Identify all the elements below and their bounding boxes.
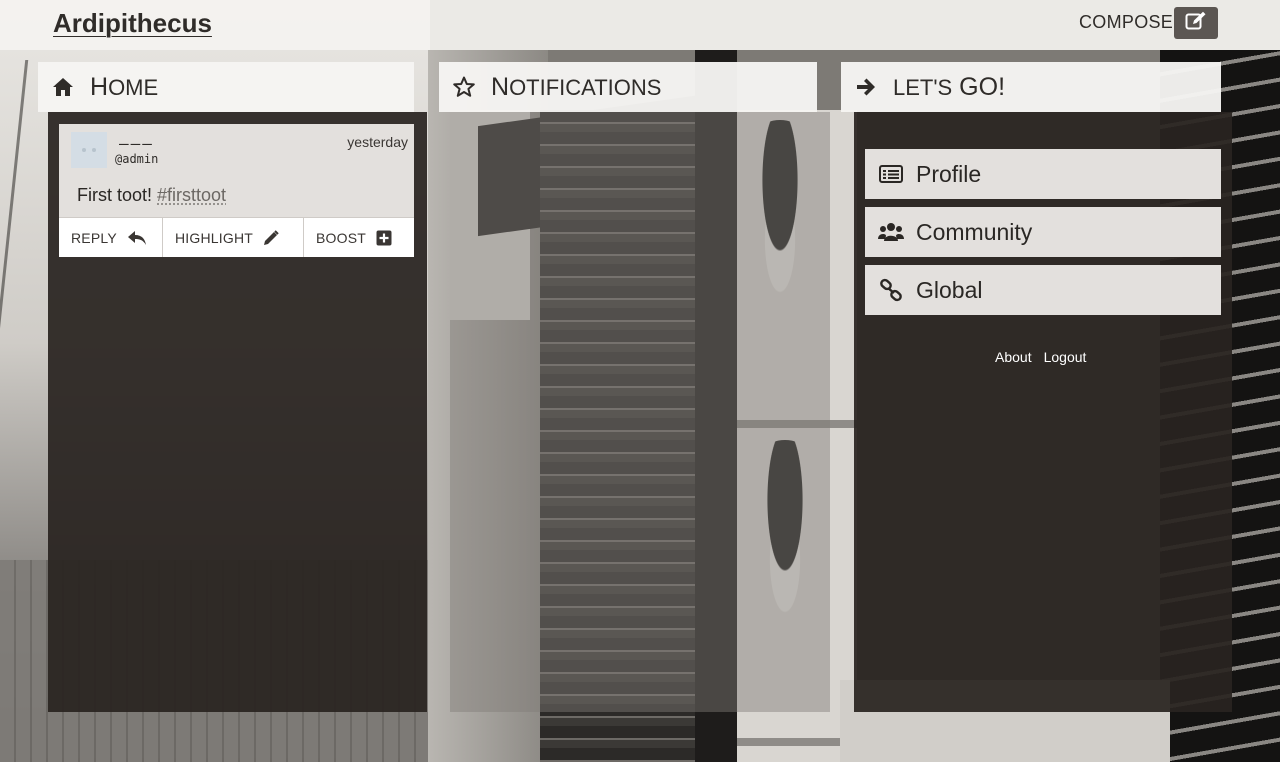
avatar[interactable]: [71, 132, 107, 168]
toot-body: ——— @admin yesterday First toot! #firstt…: [59, 124, 414, 217]
arrow-right-icon: [853, 74, 879, 100]
footer-links: About Logout: [995, 349, 1086, 365]
compose-label[interactable]: COMPOSE: [1079, 12, 1173, 33]
hashtag-link[interactable]: #firsttoot: [157, 185, 226, 205]
home-icon: [50, 74, 76, 100]
list-icon: [878, 161, 904, 187]
toot-timestamp[interactable]: yesterday: [347, 134, 408, 150]
reply-button[interactable]: REPLY: [59, 218, 163, 257]
users-icon: [878, 219, 904, 245]
profile-label: Profile: [916, 160, 982, 187]
top-bar: Ardipithecus COMPOSE: [0, 0, 1280, 50]
compose-button[interactable]: [1174, 7, 1218, 39]
lets-go-column: [854, 112, 1232, 712]
lets-go-title: LET'S GO!: [893, 72, 1006, 101]
reply-icon: [127, 230, 147, 246]
brand-link[interactable]: Ardipithecus: [53, 8, 212, 39]
global-link[interactable]: Global: [865, 265, 1221, 315]
toot-actions: REPLY HIGHLIGHT BOOST: [59, 217, 414, 257]
display-name[interactable]: ———: [119, 134, 154, 153]
home-header: HOME: [38, 62, 414, 112]
edit-icon: [1185, 11, 1207, 36]
home-title: HOME: [90, 72, 159, 101]
logout-link[interactable]: Logout: [1044, 349, 1087, 365]
star-icon: [451, 74, 477, 100]
profile-link[interactable]: Profile: [865, 149, 1221, 199]
toot-content: First toot! #firsttoot: [77, 185, 227, 205]
notifications-header: NOTIFICATIONS: [439, 62, 817, 112]
plus-square-icon: [376, 230, 392, 246]
about-link[interactable]: About: [995, 349, 1032, 365]
highlight-button[interactable]: HIGHLIGHT: [163, 218, 304, 257]
toot-card: ——— @admin yesterday First toot! #firstt…: [59, 124, 414, 257]
community-label: Community: [916, 218, 1033, 245]
notifications-title: NOTIFICATIONS: [491, 72, 662, 101]
boost-button[interactable]: BOOST: [304, 218, 414, 257]
community-link[interactable]: Community: [865, 207, 1221, 257]
notifications-column: [450, 112, 830, 712]
lets-go-header: LET'S GO!: [841, 62, 1221, 112]
pencil-icon: [263, 229, 279, 246]
link-icon: [878, 277, 904, 303]
global-label: Global: [916, 276, 983, 303]
user-handle[interactable]: @admin: [115, 152, 158, 166]
